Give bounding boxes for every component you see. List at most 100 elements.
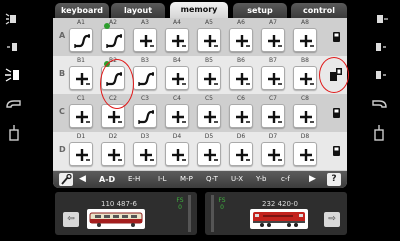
route-button-d7[interactable] <box>261 142 285 166</box>
fs-indicator: FS 0 <box>217 197 227 211</box>
route-cell-d3: D3 <box>132 133 158 168</box>
previous-page-arrow-icon[interactable]: ◀ <box>79 172 86 187</box>
tab-bar: keyboard layout memory setup control <box>53 2 347 19</box>
tab-control[interactable]: control <box>291 3 347 18</box>
page-filter-bar: ◀ A-D E-H I-L M-P Q-T U-X Y-b c-f ▶ ? <box>53 171 347 188</box>
route-button-d3[interactable] <box>133 142 157 166</box>
horn-icon[interactable] <box>4 96 24 114</box>
route-cell-b3: B3 <box>132 57 158 92</box>
speed-slider[interactable] <box>211 195 214 232</box>
sound-off-icon[interactable] <box>4 10 24 28</box>
horn-icon[interactable] <box>369 96 389 114</box>
route-cell-b7: B7 <box>260 57 286 92</box>
row-edit-button[interactable] <box>328 28 344 46</box>
coupler-icon[interactable] <box>369 124 389 142</box>
filter-e-h[interactable]: E-H <box>128 172 140 187</box>
route-button-b3[interactable] <box>133 66 157 90</box>
next-page-arrow-icon[interactable]: ▶ <box>309 172 316 187</box>
route-row-d: D D1 D2 D3 D4 D5 D6 D7 D8 <box>53 132 347 170</box>
filter-c-f[interactable]: c-f <box>281 172 290 187</box>
route-button-a5[interactable] <box>197 28 221 52</box>
route-cell-id: B3 <box>141 57 149 64</box>
row-edit-button[interactable] <box>328 142 344 160</box>
route-cell-c6: C6 <box>228 95 254 130</box>
loco-back-arrow-icon[interactable]: ⇦ <box>63 212 79 227</box>
route-button-c6[interactable] <box>229 104 253 128</box>
light-dim-icon[interactable] <box>369 38 389 56</box>
filter-y-b[interactable]: Y-b <box>256 172 266 187</box>
route-button-b5[interactable] <box>197 66 221 90</box>
light-dim-icon[interactable] <box>369 66 389 84</box>
loco-image-railcar[interactable] <box>87 209 145 229</box>
loco-name: 232 420-0 <box>262 200 298 208</box>
route-cell-id: C6 <box>236 95 245 102</box>
route-button-c5[interactable] <box>197 104 221 128</box>
tab-setup[interactable]: setup <box>233 3 287 18</box>
route-cell-id: C5 <box>204 95 213 102</box>
route-button-b4[interactable] <box>165 66 189 90</box>
route-button-d8[interactable] <box>293 142 317 166</box>
row-label: A <box>59 31 66 40</box>
route-button-d1[interactable] <box>69 142 93 166</box>
route-button-c4[interactable] <box>165 104 189 128</box>
speed-slider[interactable] <box>188 195 191 232</box>
route-button-b1[interactable] <box>69 66 93 90</box>
coupler-icon[interactable] <box>4 124 24 142</box>
route-cell-id: A1 <box>77 19 85 26</box>
light-dim-icon[interactable] <box>4 38 24 56</box>
route-cell-id: B4 <box>173 57 181 64</box>
route-button-a2[interactable] <box>101 23 125 52</box>
route-cell-a8: A8 <box>292 19 318 54</box>
route-button-a6[interactable] <box>229 28 253 52</box>
tab-layout[interactable]: layout <box>111 3 165 18</box>
wrench-icon[interactable] <box>59 173 73 186</box>
route-cell-c3: C3 <box>132 95 158 130</box>
filter-a-d[interactable]: A-D <box>99 172 115 187</box>
route-button-c8[interactable] <box>293 104 317 128</box>
route-button-a3[interactable] <box>133 28 157 52</box>
route-cell-b6: B6 <box>228 57 254 92</box>
filter-u-x[interactable]: U-X <box>231 172 243 187</box>
memory-panel: A A1 A2 A3 A4 A5 A6 A7 A8 B B1 B2 B3 B4 B5 B6 B7 B8 C C1 C2 C… <box>53 18 347 188</box>
route-cell-id: A5 <box>205 19 213 26</box>
route-cell-d2: D2 <box>100 133 126 168</box>
row-label: B <box>59 69 66 78</box>
help-button[interactable]: ? <box>327 173 341 186</box>
filter-m-p[interactable]: M-P <box>180 172 193 187</box>
route-button-c7[interactable] <box>261 104 285 128</box>
route-button-a8[interactable] <box>293 28 317 52</box>
route-button-d6[interactable] <box>229 142 253 166</box>
route-button-d2[interactable] <box>101 142 125 166</box>
lever-icon <box>333 32 340 42</box>
route-button-b6[interactable] <box>229 66 253 90</box>
route-button-a7[interactable] <box>261 28 285 52</box>
fs-indicator: FS 0 <box>175 197 185 211</box>
route-button-a4[interactable] <box>165 28 189 52</box>
route-cell-id: D1 <box>76 133 86 140</box>
route-cell-a4: A4 <box>164 19 190 54</box>
route-button-a1[interactable] <box>69 28 93 52</box>
light-on-icon[interactable] <box>4 66 24 84</box>
route-cell-id: C3 <box>140 95 149 102</box>
route-cell-id: D4 <box>172 133 182 140</box>
sound-off-icon[interactable] <box>369 10 389 28</box>
route-button-b8[interactable] <box>293 66 317 90</box>
route-cell-id: A7 <box>269 19 277 26</box>
filter-i-l[interactable]: I-L <box>158 172 167 187</box>
route-button-d5[interactable] <box>197 142 221 166</box>
filter-q-t[interactable]: Q-T <box>206 172 218 187</box>
route-cell-id: A8 <box>301 19 309 26</box>
loco-image-diesel[interactable] <box>250 209 308 229</box>
row-edit-button[interactable] <box>328 104 344 122</box>
route-button-c1[interactable] <box>69 104 93 128</box>
route-button-c3[interactable] <box>133 104 157 128</box>
route-button-b7[interactable] <box>261 66 285 90</box>
loco-forward-arrow-icon[interactable]: ⇨ <box>324 212 340 227</box>
route-cell-id: C8 <box>300 95 309 102</box>
speed-value: 0 <box>178 204 182 211</box>
lever-icon <box>333 108 340 118</box>
tab-keyboard[interactable]: keyboard <box>55 3 109 18</box>
route-button-d4[interactable] <box>165 142 189 166</box>
tab-memory[interactable]: memory <box>170 2 228 19</box>
route-cell-d7: D7 <box>260 133 286 168</box>
